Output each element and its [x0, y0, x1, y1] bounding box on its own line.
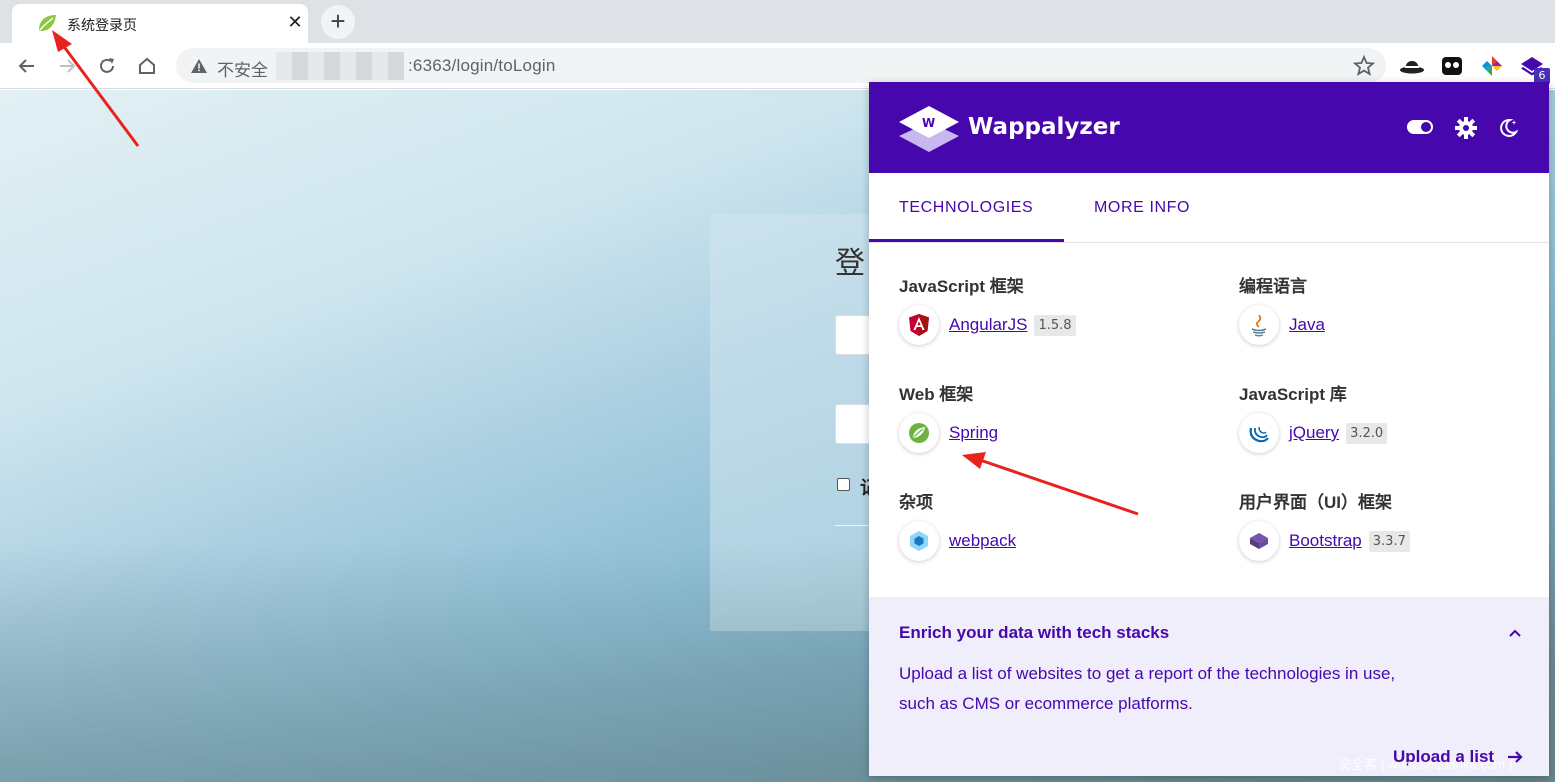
svg-text:W: W	[922, 116, 935, 130]
enrich-description: Upload a list of websites to get a repor…	[899, 664, 1396, 713]
enrich-title: Enrich your data with tech stacks	[899, 623, 1170, 642]
jquery-icon	[1239, 413, 1279, 453]
tech-link-java[interactable]: Java	[1289, 315, 1325, 335]
watermark-text: 安全客 ( www.anquanke.com )	[1338, 757, 1513, 772]
home-icon	[139, 57, 155, 74]
tab-strip: 系统登录页 ✕ +	[0, 0, 1555, 43]
toolbar-separator	[1395, 52, 1396, 80]
webpack-icon	[899, 521, 939, 561]
version-badge-angularjs: 1.5.8	[1034, 314, 1076, 336]
forward-button[interactable]	[52, 51, 82, 81]
version-badge-jquery: 3.2.0	[1346, 422, 1388, 444]
tech-item-jquery: jQuery 3.2.0	[1239, 411, 1388, 455]
reload-icon	[100, 58, 114, 73]
tech-item-spring: Spring	[899, 411, 998, 455]
tech-item-bootstrap: Bootstrap 3.3.7	[1239, 519, 1410, 563]
url-text[interactable]: :6363/login/toLogin	[408, 56, 555, 76]
enable-toggle[interactable]	[1407, 120, 1433, 134]
tech-item-webpack: webpack	[899, 519, 1016, 563]
category-ui-frameworks: 用户界面（UI）框架	[1239, 493, 1392, 512]
redacted-host	[276, 52, 404, 80]
tech-item-angularjs: AngularJS 1.5.8	[899, 303, 1076, 347]
address-bar[interactable]: 不安全 :6363/login/toLogin	[176, 48, 1386, 83]
chevron-up-icon[interactable]	[1506, 625, 1524, 643]
tab-title: 系统登录页	[67, 17, 137, 33]
tech-link-angularjs[interactable]: AngularJS	[949, 315, 1027, 335]
tab-technologies[interactable]: TECHNOLOGIES	[899, 199, 1033, 217]
reload-button[interactable]	[92, 51, 122, 81]
category-programming-languages: 编程语言	[1239, 277, 1307, 296]
spring-leaf-icon	[39, 15, 56, 31]
category-javascript-frameworks: JavaScript 框架	[899, 277, 1024, 296]
tech-link-webpack[interactable]: webpack	[949, 531, 1016, 551]
tech-item-java: Java	[1239, 303, 1325, 347]
java-icon	[1239, 305, 1279, 345]
remember-checkbox[interactable]	[837, 478, 850, 491]
gear-icon[interactable]	[1455, 117, 1477, 139]
mask-icon	[1442, 57, 1462, 75]
home-button[interactable]	[132, 51, 162, 81]
wappalyzer-popup: W Wappalyzer TECHNOLOGIES MORE INFO Java…	[869, 82, 1549, 776]
browser-tab-active[interactable]: 系统登录页 ✕	[12, 4, 308, 43]
extension-pinwheel-button[interactable]	[1478, 52, 1506, 80]
forward-arrow-icon	[60, 59, 76, 73]
extension-mask-button[interactable]	[1438, 52, 1466, 80]
version-badge-bootstrap: 3.3.7	[1368, 530, 1410, 552]
tech-link-jquery[interactable]: jQuery	[1289, 423, 1339, 443]
category-web-frameworks: Web 框架	[899, 385, 974, 404]
enrich-data-panel: Enrich your data with tech stacks Upload…	[869, 597, 1549, 776]
wappalyzer-header: W Wappalyzer	[869, 82, 1549, 173]
active-tab-indicator	[869, 239, 1064, 242]
angularjs-icon	[899, 305, 939, 345]
spring-icon	[899, 413, 939, 453]
dark-mode-moon-icon[interactable]	[1497, 117, 1519, 139]
not-secure-label: 不安全	[217, 61, 268, 80]
wappalyzer-tabs: TECHNOLOGIES MORE INFO	[869, 173, 1549, 243]
login-title: 登	[835, 247, 865, 280]
extension-hat-button[interactable]	[1398, 52, 1426, 80]
tab-close-icon[interactable]: ✕	[282, 9, 308, 35]
tech-link-spring[interactable]: Spring	[949, 423, 998, 443]
bookmark-star-icon[interactable]	[1352, 54, 1376, 78]
back-arrow-icon	[18, 59, 34, 73]
pinwheel-icon	[1482, 56, 1502, 76]
hat-icon	[1400, 61, 1424, 74]
tab-more-info[interactable]: MORE INFO	[1094, 199, 1190, 217]
category-miscellaneous: 杂项	[899, 493, 933, 512]
wappalyzer-brand: Wappalyzer	[968, 114, 1120, 140]
warning-triangle-icon	[191, 59, 207, 73]
back-button[interactable]	[12, 51, 42, 81]
category-javascript-libraries: JavaScript 库	[1239, 385, 1347, 404]
bootstrap-icon	[1239, 521, 1279, 561]
new-tab-button[interactable]: +	[321, 5, 355, 39]
tech-link-bootstrap[interactable]: Bootstrap	[1289, 531, 1362, 551]
wappalyzer-logo-icon: W	[899, 106, 959, 152]
